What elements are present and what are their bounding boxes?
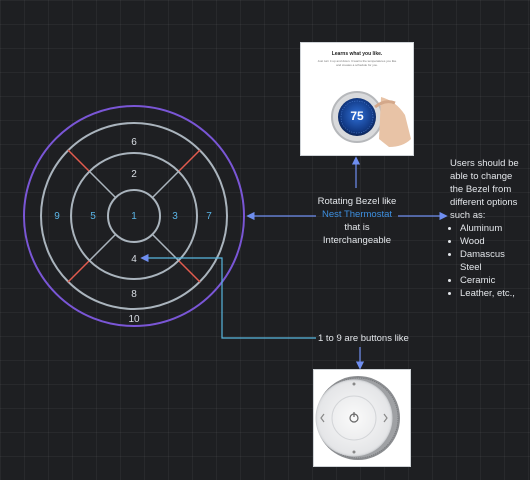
bezel-note-line1: Rotating Bezel like (317, 196, 397, 207)
option-ceramic: Ceramic (460, 274, 528, 287)
nest-temperature: 75 (350, 109, 364, 123)
segment-6[interactable]: 6 (131, 137, 137, 148)
bezel-note: Rotating Bezel like Nest Thermostat that… (310, 195, 404, 247)
bezel-options-note: Users should be able to change the Bezel… (450, 157, 528, 300)
inner-divider-bottom-left (88, 233, 117, 262)
option-leather: Leather, etc., (460, 287, 528, 300)
bezel-note-line4: Interchangeable (322, 235, 392, 246)
divider-bottom-right (178, 260, 201, 283)
segment-4[interactable]: 4 (131, 254, 137, 265)
divider-top-left (67, 149, 90, 172)
segment-7[interactable]: 7 (206, 211, 212, 222)
segment-2[interactable]: 2 (131, 169, 137, 180)
segment-5[interactable]: 5 (90, 211, 96, 222)
segment-3[interactable]: 3 (172, 211, 178, 222)
nest-thermostat-link[interactable]: Nest Thermostat (310, 208, 404, 221)
bezel-dial: 6 2 9 5 1 3 7 4 8 10 (23, 105, 245, 327)
divider-top-right (178, 149, 201, 172)
divider-bottom-left (67, 260, 90, 283)
inner-divider-top-right (151, 170, 180, 199)
options-intro: Users should be able to change the Bezel… (450, 158, 519, 221)
segment-8[interactable]: 8 (131, 289, 137, 300)
segment-1[interactable]: 1 (131, 211, 137, 222)
inner-divider-bottom-right (151, 233, 180, 262)
option-damascus-steel: Damascus Steel (460, 248, 528, 274)
options-list: Aluminum Wood Damascus Steel Ceramic Lea… (450, 222, 528, 300)
segment-9[interactable]: 9 (54, 211, 60, 222)
option-aluminum: Aluminum (460, 222, 528, 235)
buttons-note: 1 to 9 are buttons like (318, 333, 409, 344)
option-wood: Wood (460, 235, 528, 248)
remote-control-photo (313, 369, 411, 467)
inner-divider-top-left (88, 170, 117, 199)
segment-10[interactable]: 10 (128, 314, 140, 325)
bezel-note-line3: that is (344, 222, 370, 233)
nest-thermostat-photo: Learns what you like. Just turn it up an… (300, 42, 414, 156)
